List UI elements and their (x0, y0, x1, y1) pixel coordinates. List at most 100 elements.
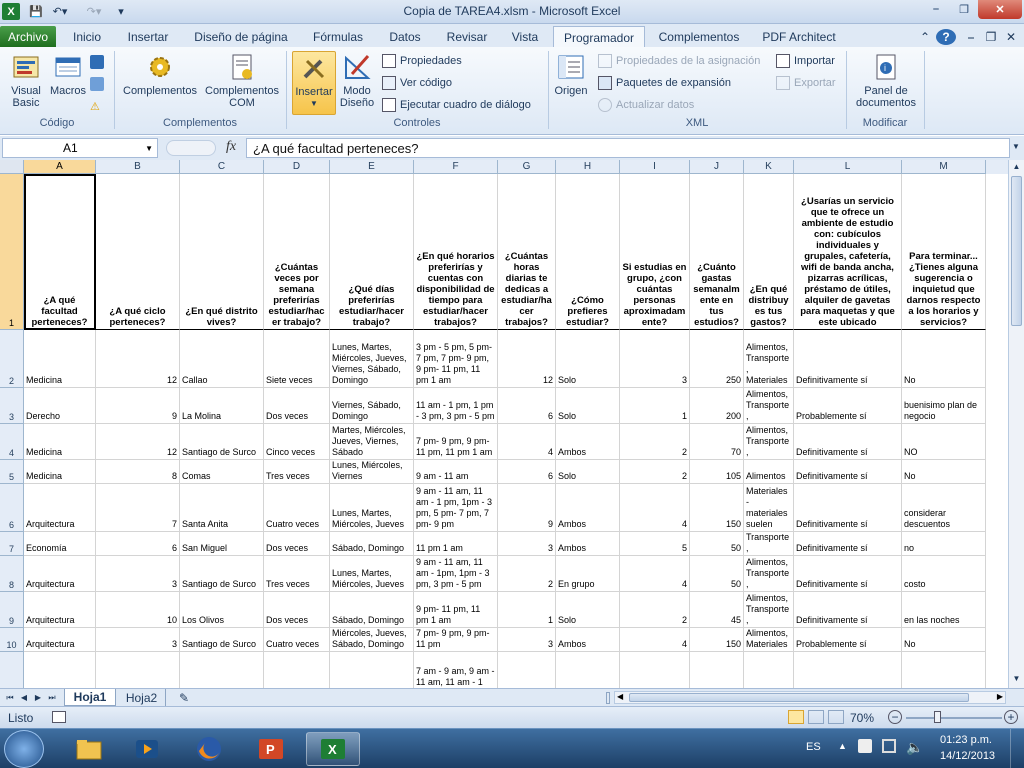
visual-basic-button[interactable]: Visual Basic (4, 51, 48, 115)
complementos-com-button[interactable]: Complementos COM (202, 51, 282, 115)
column-header-k[interactable]: K (744, 160, 794, 174)
zoom-slider-thumb[interactable] (934, 711, 941, 723)
scroll-thumb[interactable] (1011, 176, 1022, 326)
row-header[interactable]: 6 (0, 484, 24, 532)
actualizar-datos-button[interactable]: Actualizar datos (598, 96, 694, 114)
importar-button[interactable]: Importar (776, 52, 835, 70)
table-cell[interactable]: Economía (24, 532, 96, 556)
table-cell[interactable]: Santiago de Surco (180, 556, 264, 592)
last-sheet-icon[interactable]: ⏭ (46, 689, 58, 706)
table-cell[interactable]: Cuatro veces (264, 628, 330, 652)
table-cell[interactable]: 1 (620, 388, 690, 424)
table-cell[interactable]: 7 am - 9 am, 9 am - 11 am, 11 am - 1 pm,… (414, 652, 498, 688)
table-cell[interactable]: No (902, 628, 986, 652)
table-cell[interactable]: Alimentos, Transport (744, 652, 794, 688)
table-cell[interactable]: 250 (690, 330, 744, 388)
column-header-j[interactable]: J (690, 160, 744, 174)
table-cell[interactable]: Probablemente sí (794, 628, 902, 652)
table-cell[interactable] (620, 652, 690, 688)
table-cell[interactable]: NO (902, 424, 986, 460)
header-cell[interactable]: ¿En qué horarios preferirías y cuentas c… (414, 174, 498, 330)
workbook-minimize-icon[interactable]: ⎯ (962, 27, 980, 47)
macro-security-icon[interactable]: ⚠ (90, 97, 100, 115)
table-cell[interactable]: Arquitectura (24, 556, 96, 592)
macros-button[interactable]: Macros (48, 51, 88, 115)
table-cell[interactable]: Definitivamente sí (794, 592, 902, 628)
network-icon[interactable] (882, 739, 896, 753)
table-cell[interactable]: 4 (620, 556, 690, 592)
table-cell[interactable]: La Molina (180, 388, 264, 424)
table-cell[interactable]: Lunes, Martes, Miércoles, Jueves (330, 484, 414, 532)
relative-reference-icon[interactable] (90, 75, 108, 93)
scroll-left-icon[interactable]: ◀ (617, 692, 623, 701)
table-cell[interactable]: Sábado, Domingo (330, 532, 414, 556)
record-macro-icon[interactable] (90, 53, 108, 71)
table-cell[interactable]: Alimentos, Transporte, Materiales (744, 330, 794, 388)
column-header-d[interactable]: D (264, 160, 330, 174)
vertical-scrollbar[interactable]: ▲ ▼ (1008, 160, 1024, 688)
table-cell[interactable]: 50 (690, 556, 744, 592)
explorer-app-icon[interactable] (62, 732, 116, 766)
column-header-m[interactable]: M (902, 160, 986, 174)
macro-record-status-icon[interactable] (52, 711, 66, 723)
table-cell[interactable]: 7 pm- 9 pm, 9 pm- 11 pm, 11 pm 1 am (414, 424, 498, 460)
workbook-restore-icon[interactable]: ❐ (982, 27, 1000, 47)
zoom-level[interactable]: 70% (850, 711, 874, 725)
zoom-out-icon[interactable]: − (888, 710, 902, 724)
table-cell[interactable]: Los Olivos (180, 592, 264, 628)
row-header[interactable]: 5 (0, 460, 24, 484)
table-cell[interactable] (180, 652, 264, 688)
header-cell[interactable]: ¿Cuánto gastas semanalmente en tus estud… (690, 174, 744, 330)
table-cell[interactable]: 3 (96, 556, 180, 592)
table-cell[interactable]: Arquitectura (24, 628, 96, 652)
table-cell[interactable]: 70 (690, 424, 744, 460)
table-cell[interactable]: Martes, Miércoles, Jueves, Viernes, Sába… (330, 424, 414, 460)
table-cell[interactable]: 12 (498, 330, 556, 388)
table-cell[interactable]: Miércoles, Jueves, Sábado, Domingo (330, 628, 414, 652)
select-all-corner[interactable] (0, 160, 24, 174)
tab-inicio[interactable]: Inicio (64, 27, 110, 47)
excel-taskbar-icon[interactable]: X (306, 732, 360, 766)
table-cell[interactable]: 9 am - 11 am, 11 am - 1 pm, 1pm - 3 pm, … (414, 484, 498, 532)
table-cell[interactable]: Lunes, Miércoles, Viernes (330, 460, 414, 484)
header-cell[interactable]: ¿Qué días preferirías estudiar/hacer tra… (330, 174, 414, 330)
paquetes-expansion-button[interactable]: Paquetes de expansión (598, 74, 731, 92)
table-cell[interactable] (24, 652, 96, 688)
table-cell[interactable]: Alimentos, Transporte, (744, 424, 794, 460)
header-cell[interactable]: Para terminar...¿Tienes alguna sugerenci… (902, 174, 986, 330)
table-cell[interactable]: 9 pm- 11 pm, 11 pm 1 am (414, 592, 498, 628)
formula-bar-resize-handle[interactable] (166, 140, 216, 156)
table-cell[interactable]: Arquitectura (24, 484, 96, 532)
spreadsheet-grid[interactable]: ABCDEFGHIJKLM 1 ¿A qué facultad pertenece… (0, 160, 1008, 688)
table-cell[interactable]: 5 (620, 532, 690, 556)
table-cell[interactable]: Lunes, Martes, Miércoles, Jueves (330, 556, 414, 592)
powerpoint-app-icon[interactable]: P (244, 732, 298, 766)
column-header-e[interactable]: E (330, 160, 414, 174)
sheet-tab-hoja2[interactable]: Hoja2 (118, 689, 166, 706)
zoom-in-icon[interactable]: + (1004, 710, 1018, 724)
table-cell[interactable]: 2 (498, 556, 556, 592)
tab-insertar[interactable]: Insertar (120, 27, 176, 47)
origen-button[interactable]: Origen (552, 51, 590, 115)
ribbon-minimize-icon[interactable]: ⌃ (916, 27, 934, 47)
table-cell[interactable]: 4 (498, 424, 556, 460)
table-cell[interactable]: 3 (620, 330, 690, 388)
row-header[interactable]: 3 (0, 388, 24, 424)
header-cell[interactable]: ¿Usarías un servicio que te ofrece un am… (794, 174, 902, 330)
table-cell[interactable]: 2 (620, 424, 690, 460)
active-cell[interactable]: ¿A qué facultad perteneces? (24, 174, 96, 330)
propiedades-button[interactable]: Propiedades (382, 52, 462, 70)
row-header[interactable]: 4 (0, 424, 24, 460)
table-cell[interactable]: Definitivamente sí (794, 460, 902, 484)
table-cell[interactable]: 150 (690, 484, 744, 532)
ver-codigo-button[interactable]: Ver código (382, 74, 452, 92)
table-cell[interactable]: 1 (498, 592, 556, 628)
table-cell[interactable]: No (902, 330, 986, 388)
sheet-tab-hoja1[interactable]: Hoja1 (64, 689, 116, 706)
table-cell[interactable] (556, 652, 620, 688)
table-cell[interactable] (794, 652, 902, 688)
table-cell[interactable]: Ambos (556, 628, 620, 652)
table-cell[interactable]: Santa Anita (180, 484, 264, 532)
volume-icon[interactable]: 🔈 (906, 739, 923, 756)
tab-complementos[interactable]: Complementos (652, 27, 746, 47)
